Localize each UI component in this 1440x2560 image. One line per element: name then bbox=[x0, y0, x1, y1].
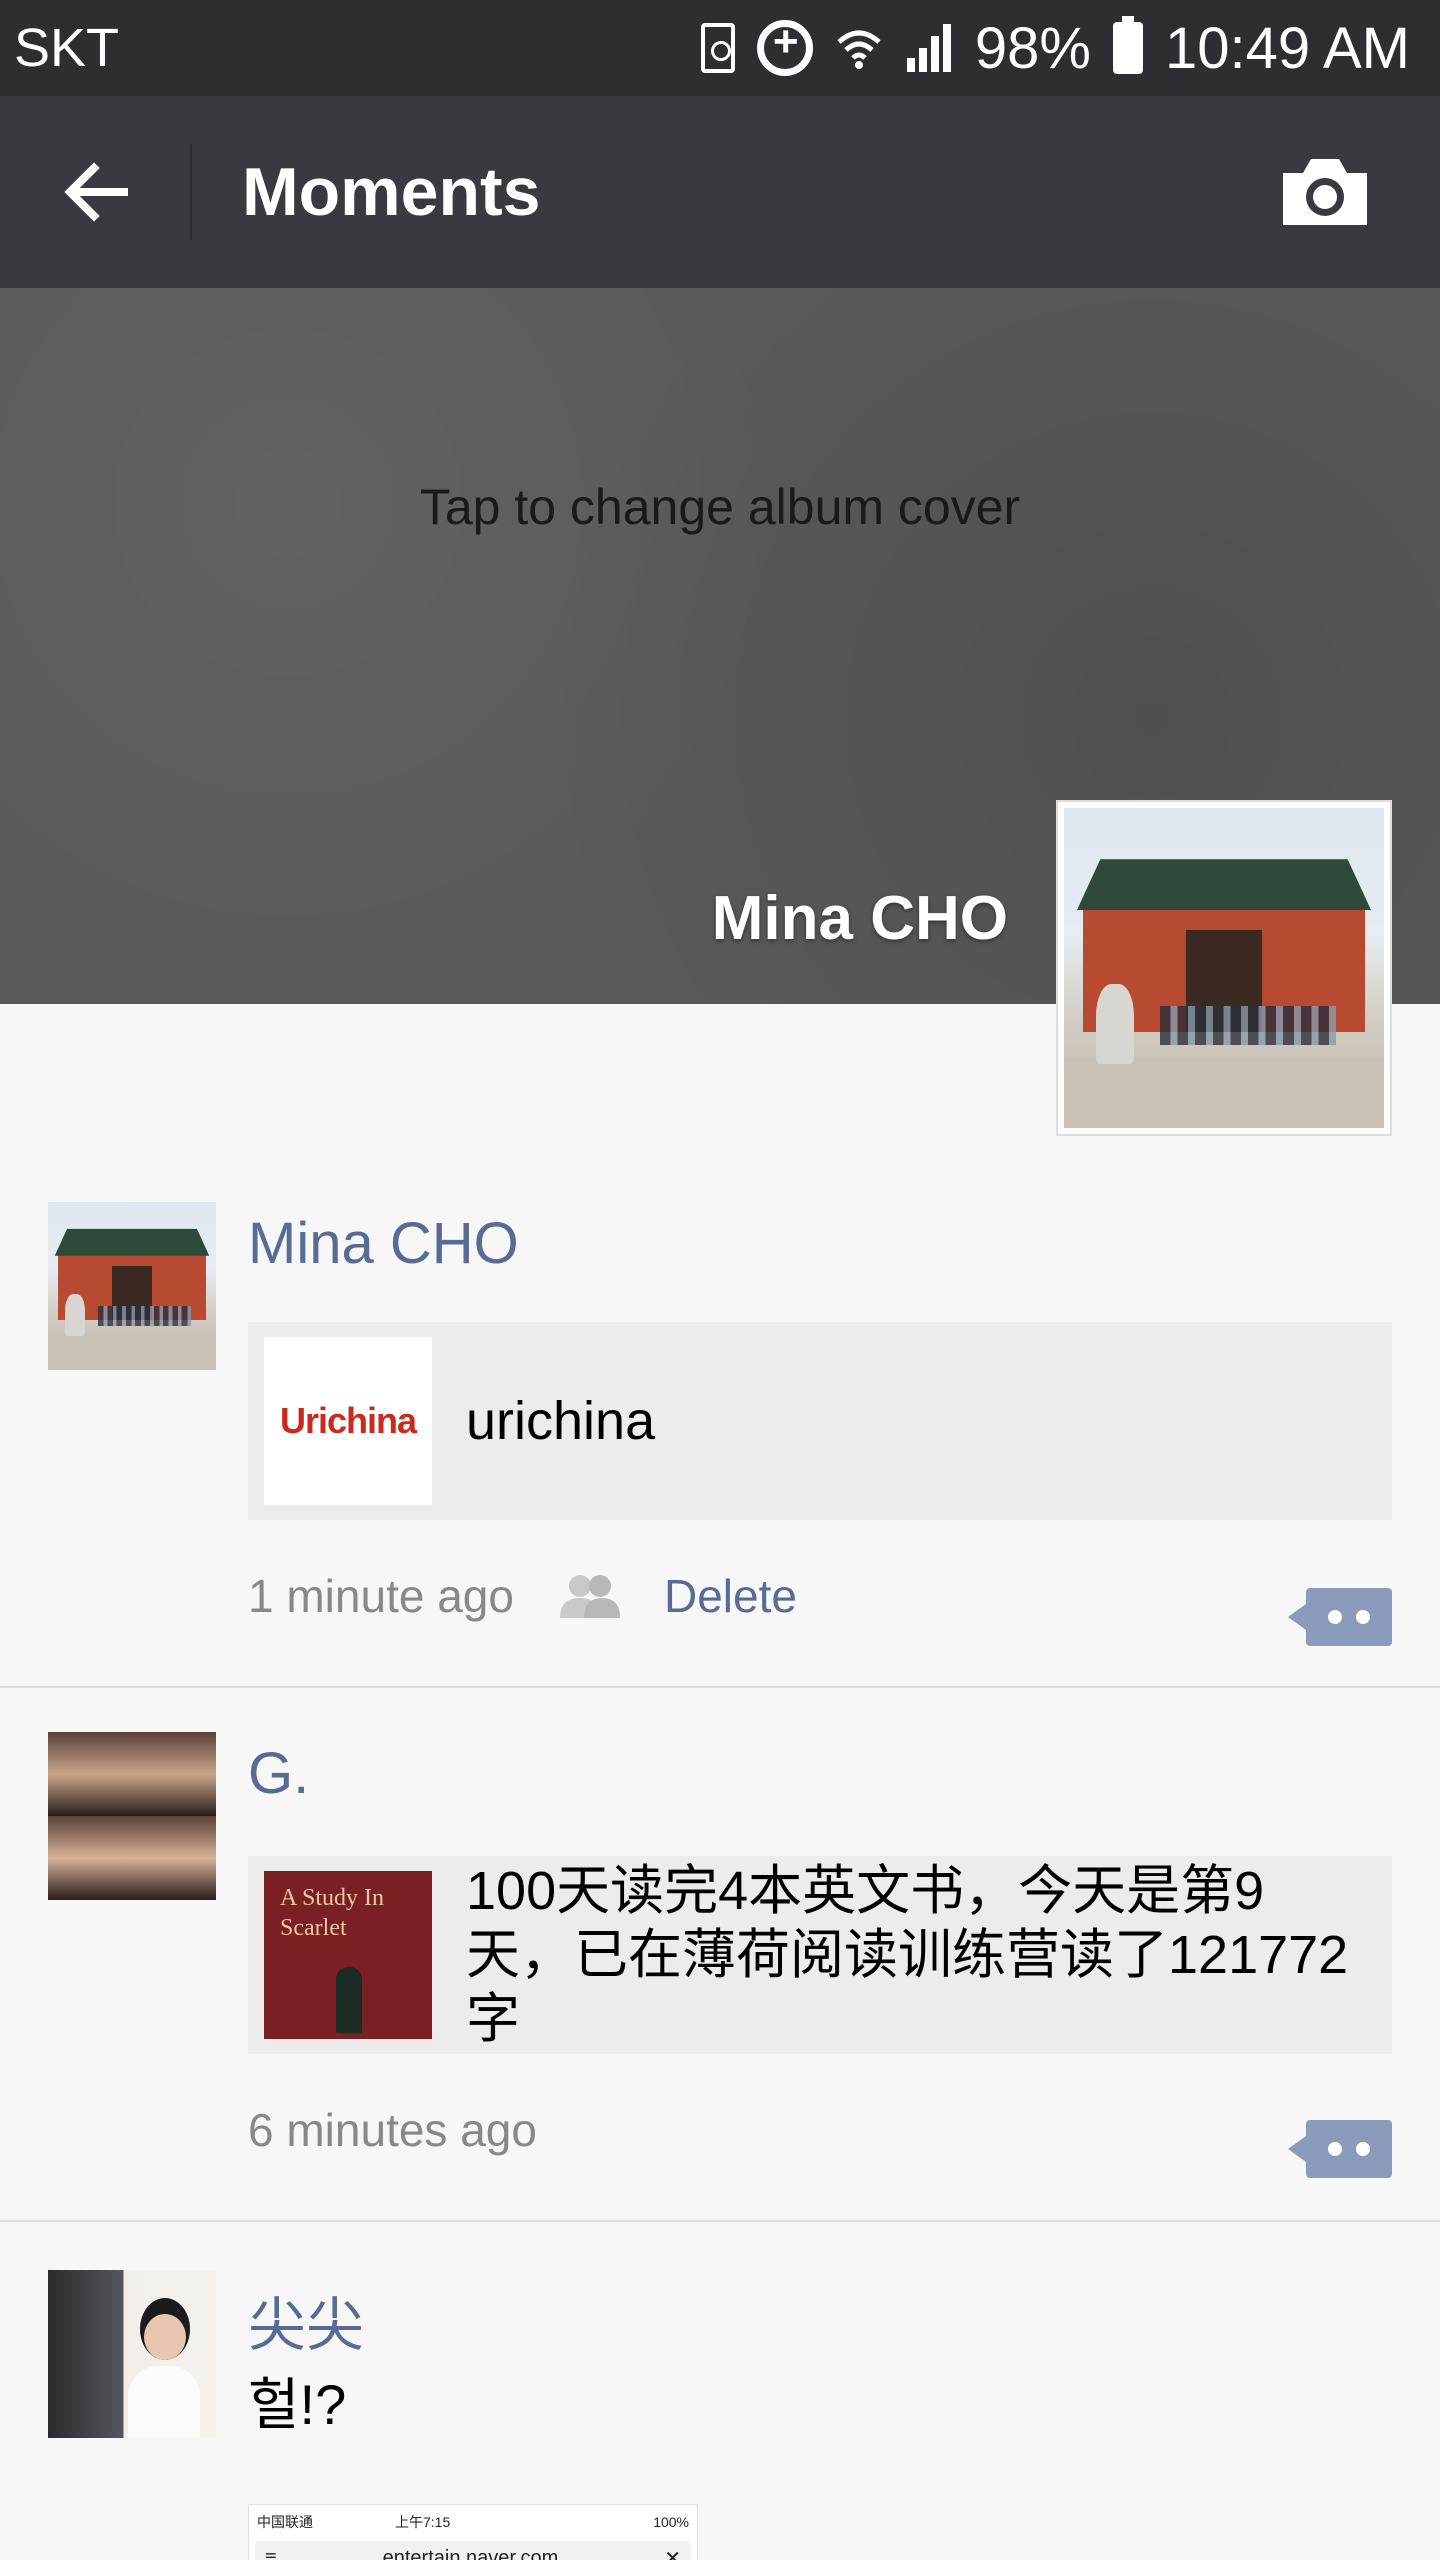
urichina-logo: Urichina bbox=[279, 1400, 417, 1441]
clock: 10:49 AM bbox=[1164, 15, 1410, 81]
post-text: 헐!? bbox=[248, 2373, 347, 2436]
moment-post: G. A Study In Scarlet 100天读完4本英文书，今天是第9天… bbox=[0, 1688, 1440, 2222]
screenshot-status-bar: 中国联通 上午7:15 100% bbox=[249, 2505, 697, 2539]
wifi-icon bbox=[837, 30, 881, 69]
delete-button[interactable]: Delete bbox=[664, 1569, 797, 1623]
sync-icon bbox=[756, 17, 813, 76]
camera-button[interactable] bbox=[1250, 117, 1400, 267]
avatar[interactable] bbox=[48, 2270, 216, 2438]
link-title: 100天读完4本英文书，今天是第9天，已在薄荷阅读训练营读了121772字 bbox=[466, 1861, 1349, 2049]
post-meta: 6 minutes ago bbox=[248, 2102, 537, 2158]
screenshot-url-bar: ≡ entertain.naver.com ✕ bbox=[255, 2541, 691, 2560]
moments-feed: Mina CHO Urichina urichina 1 minute ago … bbox=[0, 1190, 1440, 2560]
friends-icon bbox=[559, 1575, 620, 1618]
post-image[interactable]: 中国联通 上午7:15 100% ≡ entertain.naver.com ✕ bbox=[248, 2504, 698, 2560]
menu-icon: ≡ bbox=[265, 2546, 277, 2560]
moment-post: Mina CHO Urichina urichina 1 minute ago … bbox=[0, 1190, 1440, 1688]
comment-button[interactable] bbox=[1288, 2120, 1392, 2178]
album-cover-hint: Tap to change album cover bbox=[419, 479, 1021, 535]
post-author-name[interactable]: G. bbox=[248, 1740, 309, 1807]
post-time: 1 minute ago bbox=[248, 1570, 514, 1622]
avatar[interactable] bbox=[48, 1202, 216, 1370]
post-author-name[interactable]: Mina CHO bbox=[248, 1210, 519, 1277]
comment-button[interactable] bbox=[1288, 1588, 1392, 1646]
book-cover-title: A Study In Scarlet bbox=[280, 1885, 385, 1941]
profile-avatar[interactable] bbox=[1056, 800, 1392, 1136]
screenshot-carrier: 中国联通 bbox=[257, 2514, 313, 2530]
screenshot-url: entertain.naver.com bbox=[382, 2546, 559, 2560]
battery-percent: 98% bbox=[974, 15, 1091, 81]
profile-avatar-image bbox=[1064, 808, 1384, 1128]
book-cover-image: A Study In Scarlet bbox=[264, 1871, 432, 2039]
close-icon: ✕ bbox=[664, 2547, 681, 2560]
status-bar: SKT 98% 10:49 AM bbox=[0, 0, 1440, 96]
carrier-label: SKT bbox=[14, 18, 120, 78]
screenshot-time: 上午7:15 bbox=[395, 2514, 451, 2530]
app-bar: Moments bbox=[0, 96, 1440, 288]
moment-post: 尖尖 헐!? 中国联通 上午7:15 100% ≡ entertain.nave… bbox=[0, 2222, 1440, 2560]
avatar[interactable] bbox=[48, 1732, 216, 1900]
profile-name: Mina CHO bbox=[711, 884, 1008, 953]
battery-saver-icon bbox=[700, 23, 735, 73]
shared-link-card[interactable]: Urichina urichina bbox=[248, 1322, 1392, 1520]
page-title: Moments bbox=[242, 154, 541, 230]
shared-link-card[interactable]: A Study In Scarlet 100天读完4本英文书，今天是第9天，已在… bbox=[248, 1856, 1392, 2054]
back-button[interactable] bbox=[0, 96, 192, 288]
screenshot-battery: 100% bbox=[653, 2514, 689, 2530]
arrow-left-icon bbox=[64, 162, 128, 222]
post-author-name[interactable]: 尖尖 bbox=[248, 2278, 364, 2362]
post-meta: 1 minute ago Delete bbox=[248, 1568, 797, 1624]
link-title: urichina bbox=[466, 1391, 656, 1451]
link-thumbnail: A Study In Scarlet bbox=[264, 1871, 432, 2039]
avatar-image bbox=[48, 1202, 216, 1370]
status-icons: 98% 10:49 AM bbox=[700, 15, 1410, 82]
signal-icon bbox=[905, 24, 953, 72]
link-thumbnail: Urichina bbox=[264, 1337, 432, 1505]
post-time: 6 minutes ago bbox=[248, 2104, 537, 2156]
camera-icon bbox=[1283, 159, 1367, 225]
battery-icon bbox=[1112, 16, 1143, 74]
